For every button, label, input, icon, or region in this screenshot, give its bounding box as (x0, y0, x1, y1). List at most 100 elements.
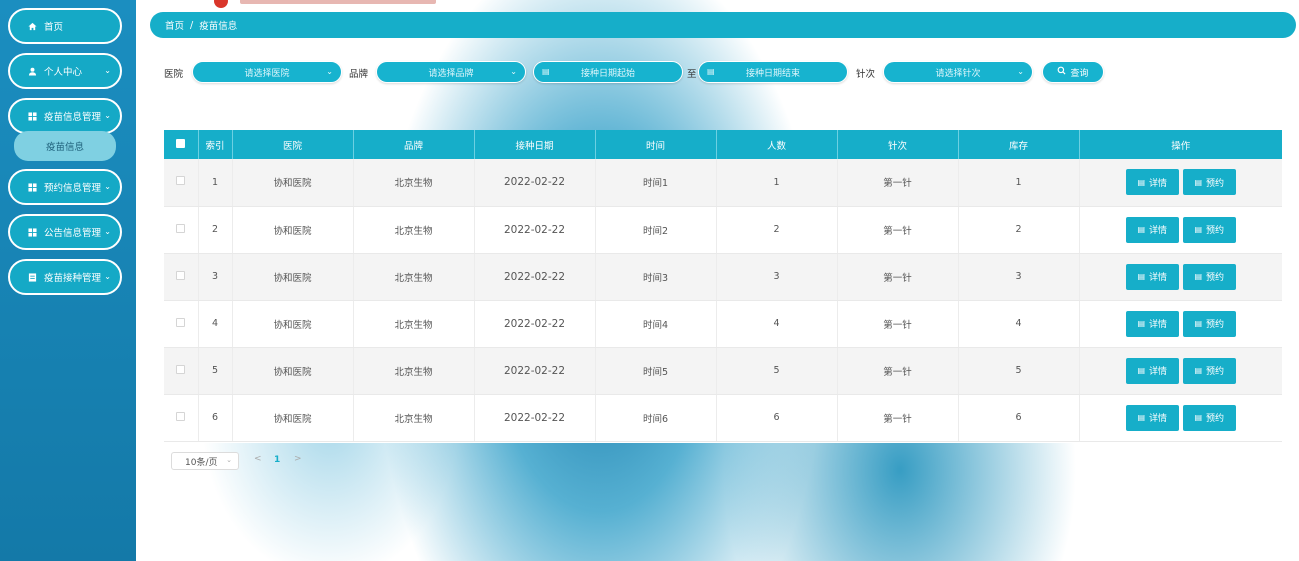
sidebar-item-vaccination-mgmt[interactable]: 疫苗接种管理 ⌄ (8, 259, 122, 295)
table-row: 6 协和医院 北京生物 2022-02-22 时间6 6 第一针 6 ▤ 详情 ▤ 预约 (164, 394, 1282, 442)
detail-button[interactable]: ▤ 详情 (1125, 216, 1179, 243)
reserve-button[interactable]: ▤ 预约 (1182, 310, 1236, 337)
document-icon: ▤ (1137, 177, 1146, 187)
row-select-cell[interactable] (164, 300, 199, 348)
hospital-select[interactable]: 请选择医院 ⌄ (192, 61, 342, 83)
sidebar-item-notice-mgmt[interactable]: 公告信息管理 ⌄ (8, 214, 122, 250)
row-select-cell[interactable] (164, 206, 199, 254)
row-checkbox[interactable] (176, 270, 186, 280)
calendar-icon: ▤ (707, 67, 715, 76)
cell-hospital: 协和医院 (232, 347, 354, 395)
detail-button[interactable]: ▤ 详情 (1125, 263, 1179, 290)
query-button[interactable]: 查询 (1042, 61, 1104, 83)
cell-actions: ▤ 详情 ▤ 预约 (1079, 159, 1282, 207)
reserve-button[interactable]: ▤ 预约 (1182, 216, 1236, 243)
logo-text-fragment (240, 0, 436, 4)
brand-select[interactable]: 请选择品牌 ⌄ (376, 61, 526, 83)
page-number-current[interactable]: 1 (274, 455, 280, 465)
detail-button[interactable]: ▤ 详情 (1125, 357, 1179, 384)
reserve-button[interactable]: ▤ 预约 (1182, 263, 1236, 290)
sidebar-item-label: 公告信息管理 (44, 228, 102, 239)
chevron-down-icon: ⌄ (104, 272, 111, 281)
cell-brand: 北京生物 (353, 253, 475, 301)
table-header-row: 索引 医院 品牌 接种日期 时间 人数 针次 库存 操作 (164, 130, 1282, 159)
dose-select[interactable]: 请选择针次 ⌄ (883, 61, 1033, 83)
cell-hospital: 协和医院 (232, 300, 354, 348)
chevron-down-icon: ⌄ (104, 182, 111, 191)
sidebar-subitem-vaccine-info[interactable]: 疫苗信息 (14, 131, 116, 161)
home-icon (28, 22, 37, 31)
next-page-button[interactable]: > (294, 454, 302, 464)
sidebar: 首页 个人中心 ⌄ 疫苗信息管理 ⌄ 疫苗信息 预约信息管理 ⌄ 公告信息管理 … (0, 0, 136, 561)
detail-button[interactable]: ▤ 详情 (1125, 310, 1179, 337)
row-checkbox[interactable] (176, 176, 186, 186)
cell-actions: ▤ 详情 ▤ 预约 (1079, 253, 1282, 301)
document-icon: ▤ (1137, 366, 1146, 375)
hospital-select-placeholder: 请选择医院 (244, 68, 290, 79)
page-size-value: 10条/页 (185, 457, 218, 468)
column-header: 接种日期 (474, 130, 596, 159)
row-checkbox[interactable] (176, 364, 186, 374)
sidebar-item-reservation-mgmt[interactable]: 预约信息管理 ⌄ (8, 169, 122, 205)
brand-label: 品牌 (349, 69, 369, 80)
row-select-cell[interactable] (164, 347, 199, 395)
cell-date: 2022-02-22 (474, 253, 596, 301)
prev-page-button[interactable]: < (254, 454, 262, 464)
row-select-cell[interactable] (164, 394, 199, 442)
sidebar-item-label: 首页 (44, 22, 64, 33)
reserve-button[interactable]: ▤ 预约 (1182, 169, 1236, 196)
cell-date: 2022-02-22 (474, 394, 596, 442)
select-all-cell[interactable] (164, 130, 199, 159)
date-end-input[interactable]: ▤ 接种日期结束 (698, 61, 848, 83)
cell-date: 2022-02-22 (474, 347, 596, 395)
detail-button-label: 详情 (1149, 367, 1168, 377)
sidebar-item-vaccine-info-mgmt[interactable]: 疫苗信息管理 ⌄ (8, 98, 122, 134)
cell-index: 4 (198, 300, 233, 348)
column-header: 人数 (716, 130, 838, 159)
detail-button[interactable]: ▤ 详情 (1125, 169, 1179, 196)
reserve-button-label: 预约 (1206, 178, 1225, 189)
cell-hospital: 协和医院 (232, 206, 354, 254)
cell-people: 5 (716, 347, 838, 395)
cell-time: 时间6 (595, 394, 717, 442)
page-size-select[interactable]: 10条/页 ⌄ (171, 452, 239, 470)
sidebar-item-profile[interactable]: 个人中心 ⌄ (8, 53, 122, 89)
cell-actions: ▤ 详情 ▤ 预约 (1079, 394, 1282, 442)
cell-index: 2 (198, 206, 233, 254)
cell-actions: ▤ 详情 ▤ 预约 (1079, 300, 1282, 348)
select-all-checkbox[interactable] (176, 138, 186, 148)
chevron-down-icon: ⌄ (104, 111, 111, 120)
sidebar-item-label: 疫苗接种管理 (44, 273, 102, 284)
cell-stock: 3 (958, 253, 1080, 301)
cell-dose: 第一针 (837, 347, 959, 395)
cell-index: 1 (198, 159, 233, 207)
detail-button[interactable]: ▤ 详情 (1125, 404, 1179, 431)
cell-stock: 2 (958, 206, 1080, 254)
row-select-cell[interactable] (164, 159, 199, 207)
cell-dose: 第一针 (837, 206, 959, 254)
breadcrumb-home[interactable]: 首页 (165, 18, 184, 32)
date-start-input[interactable]: ▤ 接种日期起始 (533, 61, 683, 83)
row-checkbox[interactable] (176, 317, 186, 327)
cell-hospital: 协和医院 (232, 159, 354, 207)
document-icon: ▤ (1137, 225, 1146, 234)
reserve-button-label: 预约 (1206, 226, 1225, 236)
cell-people: 3 (716, 253, 838, 301)
column-header: 库存 (958, 130, 1080, 159)
user-icon (28, 67, 37, 76)
logo (196, 0, 464, 8)
reserve-button[interactable]: ▤ 预约 (1182, 357, 1236, 384)
cell-date: 2022-02-22 (474, 159, 596, 207)
row-select-cell[interactable] (164, 253, 199, 301)
column-header: 品牌 (353, 130, 475, 159)
cell-hospital: 协和医院 (232, 394, 354, 442)
doc-icon (28, 272, 37, 282)
detail-button-label: 详情 (1149, 414, 1168, 424)
row-checkbox[interactable] (176, 411, 186, 421)
document-icon: ▤ (1194, 272, 1203, 281)
sidebar-item-home[interactable]: 首页 (8, 8, 122, 44)
table-row: 2 协和医院 北京生物 2022-02-22 时间2 2 第一针 2 ▤ 详情 ▤ 预约 (164, 206, 1282, 254)
reserve-button[interactable]: ▤ 预约 (1182, 404, 1236, 431)
vaccine-table: 索引 医院 品牌 接种日期 时间 人数 针次 库存 操作 1 协和医院 北京生物 20… (164, 130, 1282, 443)
row-checkbox[interactable] (176, 223, 186, 233)
